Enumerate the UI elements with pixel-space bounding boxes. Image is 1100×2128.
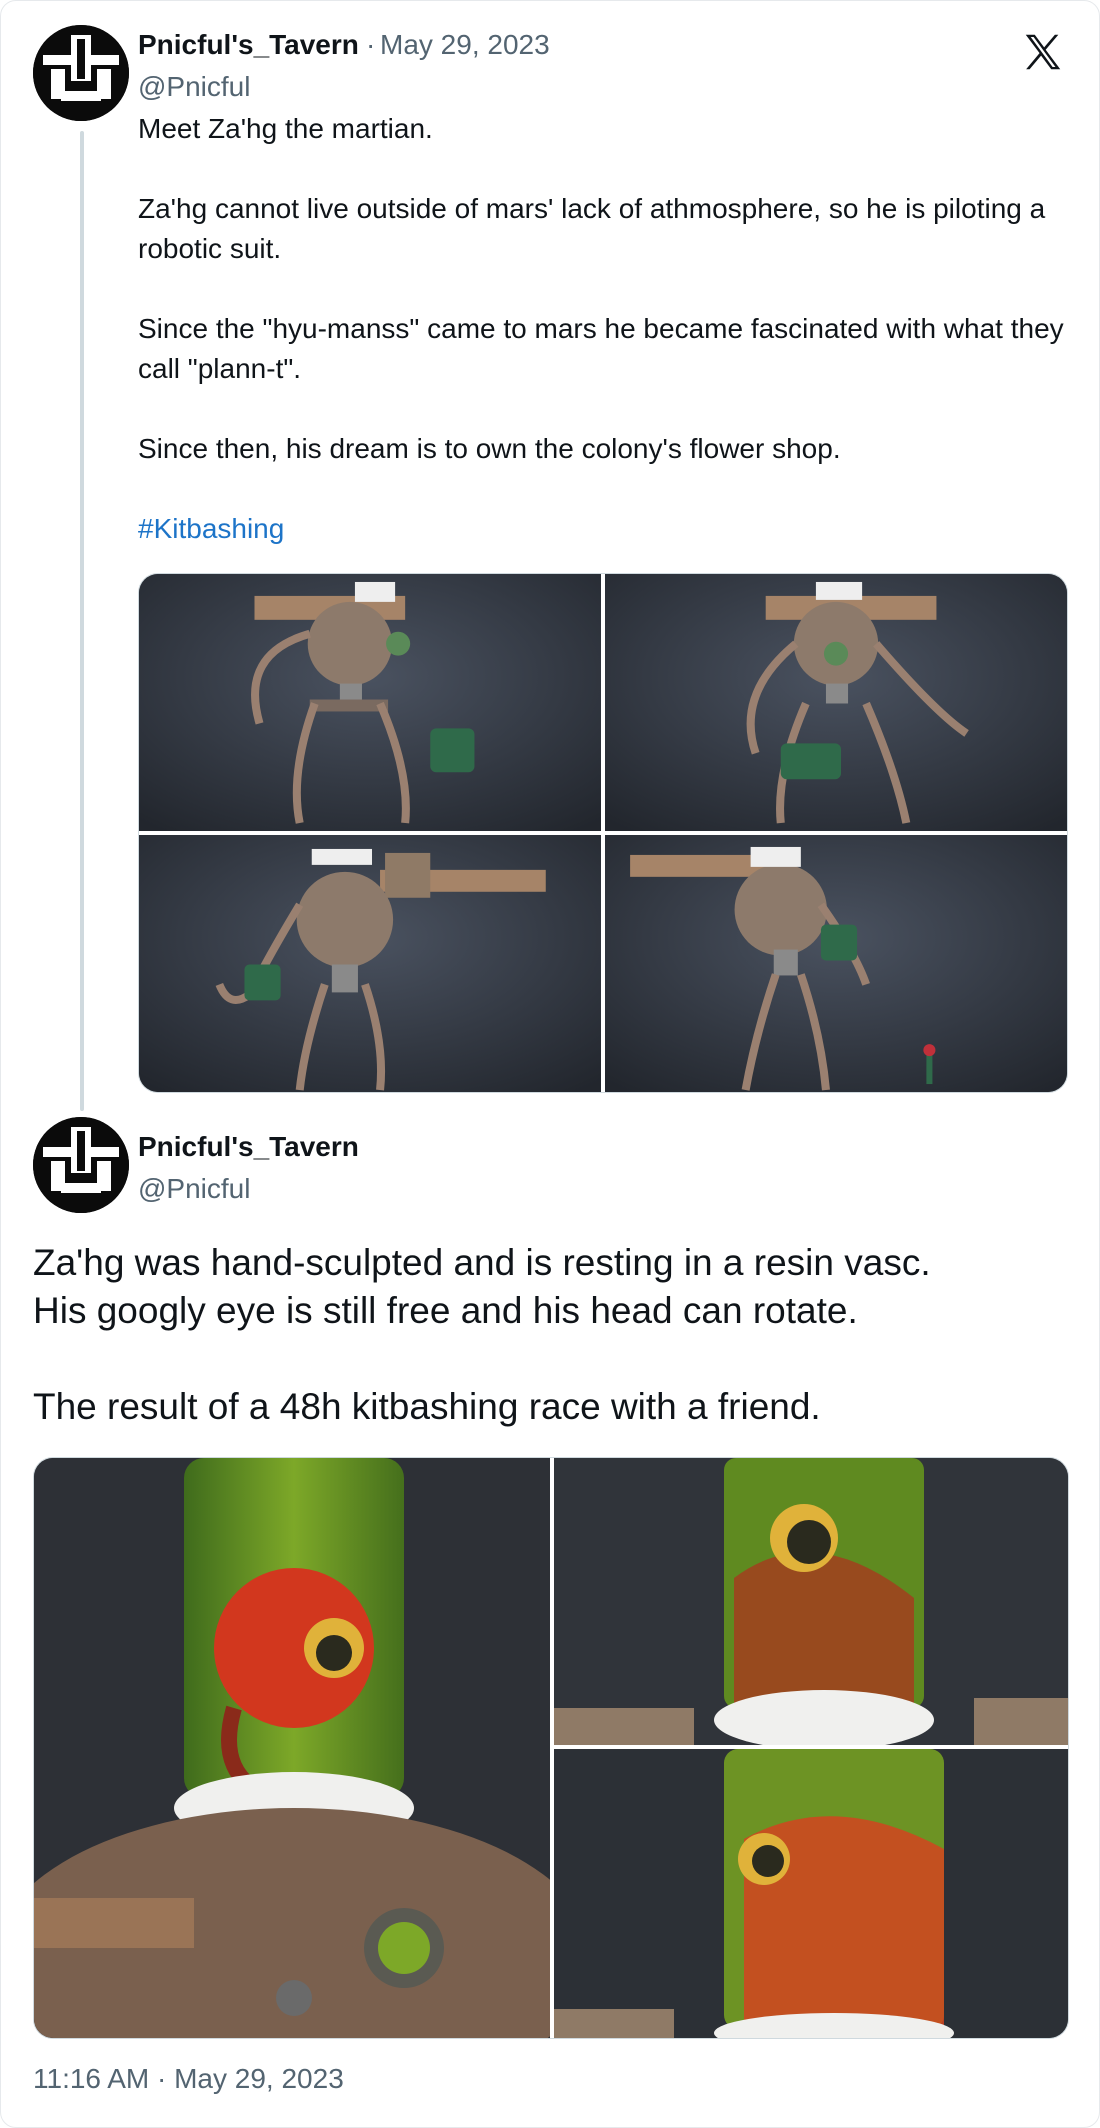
avatar[interactable] (33, 25, 129, 121)
user-handle[interactable]: @Pnicful (138, 71, 250, 103)
display-name[interactable]: Pnicful's_Tavern (138, 29, 359, 61)
media-photo[interactable] (34, 1458, 550, 2038)
tweet-line: Za'hg was hand-sculpted and is resting i… (33, 1242, 931, 1283)
tweet-line: The result of a 48h kitbashing race with… (33, 1386, 821, 1427)
thread-connector (80, 131, 84, 1111)
media-grid (33, 1457, 1069, 2039)
media-photo[interactable] (605, 574, 1067, 831)
media-grid (138, 573, 1068, 1093)
media-photo[interactable] (605, 835, 1067, 1092)
tweet-timestamp[interactable]: 11:16 AM · May 29, 2023 (33, 2063, 344, 2095)
tweet-card: Pnicful's_Tavern · May 29, 2023 @Pnicful… (0, 0, 1100, 2128)
tweet-line: His googly eye is still free and his hea… (33, 1290, 858, 1331)
meta-separator: · (366, 29, 376, 60)
tweet-paragraph: Since the "hyu-manss" came to mars he be… (138, 313, 1064, 384)
media-photo[interactable] (554, 1458, 1068, 1745)
tweet-paragraph: Za'hg cannot live outside of mars' lack … (138, 193, 1046, 264)
tweet-text: Meet Za'hg the martian. Za'hg cannot liv… (138, 109, 1078, 549)
hashtag-link[interactable]: #Kitbashing (138, 509, 1078, 549)
media-photo[interactable] (139, 574, 601, 831)
x-logo-icon[interactable] (1019, 29, 1067, 75)
user-handle[interactable]: @Pnicful (138, 1173, 250, 1205)
tweet-paragraph: Meet Za'hg the martian. (138, 113, 433, 144)
media-photo[interactable] (554, 1749, 1068, 2038)
media-photo[interactable] (139, 835, 601, 1092)
tweet-text: Za'hg was hand-sculpted and is resting i… (33, 1239, 1073, 1431)
display-name[interactable]: Pnicful's_Tavern (138, 1131, 359, 1163)
tweet-date[interactable]: May 29, 2023 (380, 29, 550, 61)
tavern-logo-avatar-icon (33, 1117, 129, 1213)
tweet-paragraph: Since then, his dream is to own the colo… (138, 433, 841, 464)
avatar[interactable] (33, 1117, 129, 1213)
tavern-logo-avatar-icon (33, 25, 129, 121)
